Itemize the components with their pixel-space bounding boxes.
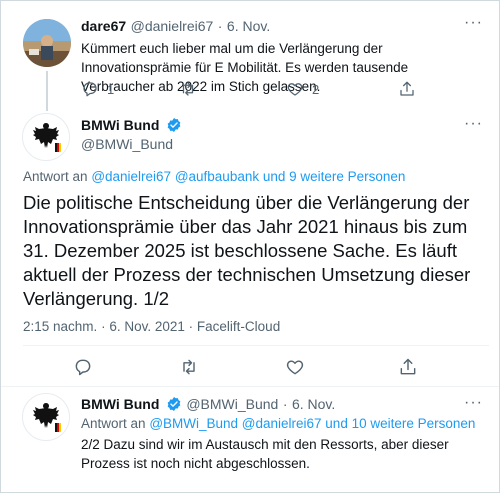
tweet3-reply-prefix: Antwort an — [81, 416, 146, 431]
verified-icon — [167, 118, 181, 132]
tweet3-reply-to: Antwort an @BMWi_Bund @danielrei67 und 1… — [81, 416, 475, 431]
avatar-dare67[interactable] — [23, 19, 71, 67]
tweet3-separator: · — [282, 396, 288, 412]
like-icon — [287, 83, 303, 96]
main-tweet-reply-to: Antwort an @danielrei67 @aufbaubank und … — [23, 169, 405, 184]
tweet3-header: BMWi Bund @BMWi_Bund · 6. Nov. — [81, 396, 335, 414]
tweet1-more-icon[interactable]: ··· — [464, 14, 483, 32]
main-tweet-share-button[interactable] — [398, 357, 418, 382]
tweet-thread: dare67 @danielrei67 · 6. Nov. ··· Kümmer… — [0, 0, 500, 493]
tweet3-reply-handles[interactable]: @BMWi_Bund @danielrei67 und 10 weitere P… — [149, 416, 475, 431]
main-tweet-source[interactable]: Facelift-Cloud — [197, 319, 280, 334]
share-icon — [400, 358, 416, 375]
main-tweet-meta: 2:15 nachm. · 6. Nov. 2021 · Facelift-Cl… — [23, 319, 280, 334]
tweet1-retweet-button[interactable] — [179, 80, 197, 98]
main-tweet-like-button[interactable] — [285, 357, 305, 382]
main-tweet-handle[interactable]: @BMWi_Bund — [81, 136, 173, 152]
main-tweet-date[interactable]: 6. Nov. 2021 — [109, 319, 185, 334]
tweet1-like-button[interactable]: 2 — [286, 80, 319, 98]
main-tweet-name[interactable]: BMWi Bund — [81, 117, 159, 133]
tweet1-date[interactable]: 6. Nov. — [227, 18, 270, 34]
retweet-icon — [182, 82, 194, 96]
verified-icon — [167, 397, 181, 411]
tweet3-more-icon[interactable]: ··· — [464, 394, 483, 412]
tweet1-name[interactable]: dare67 — [81, 18, 126, 34]
tweet3-handle[interactable]: @BMWi_Bund — [186, 396, 278, 412]
main-tweet-divider-top — [23, 345, 489, 346]
thread-connector — [46, 71, 48, 111]
main-tweet-reply-prefix: Antwort an — [23, 169, 88, 184]
tweet1-like-count: 2 — [312, 81, 320, 97]
tweet3-date[interactable]: 6. Nov. — [292, 396, 335, 412]
avatar-bmwi[interactable] — [22, 113, 70, 161]
retweet-icon — [183, 359, 195, 375]
main-tweet-author[interactable]: BMWi Bund — [81, 117, 182, 135]
main-tweet-time[interactable]: 2:15 nachm. — [23, 319, 97, 334]
tweet1-reply-count: 1 — [107, 81, 115, 97]
reply-icon — [83, 82, 97, 97]
tweet1-separator: · — [217, 18, 223, 34]
main-tweet-reply-button[interactable] — [73, 357, 93, 382]
reply-icon — [75, 359, 91, 376]
tweet1-reply-button[interactable]: 1 — [81, 80, 114, 98]
main-tweet-separator-1: · — [101, 319, 106, 334]
tweet3-text: 2/2 Dazu sind wir im Austausch mit den R… — [81, 437, 449, 471]
tweet1-text: Kümmert euch lieber mal um die Verlänger… — [81, 41, 409, 94]
eagle-icon — [33, 123, 61, 152]
main-tweet-retweet-button[interactable] — [179, 357, 199, 382]
eagle-icon — [33, 403, 61, 432]
main-tweet-divider-bottom — [1, 386, 499, 387]
main-tweet-reply-handles[interactable]: @danielrei67 @aufbaubank und 9 weitere P… — [91, 169, 405, 184]
tweet1-header: dare67 @danielrei67 · 6. Nov. — [81, 18, 270, 36]
main-tweet-text: Die politische Entscheidung über die Ver… — [23, 192, 471, 309]
avatar-bmwi-2[interactable] — [22, 393, 70, 441]
tweet1-share-button[interactable] — [398, 80, 416, 98]
share-icon — [400, 81, 414, 96]
tweet3-name[interactable]: BMWi Bund — [81, 396, 159, 412]
like-icon — [286, 360, 304, 375]
main-tweet-more-icon[interactable]: ··· — [464, 115, 483, 133]
tweet1-handle[interactable]: @danielrei67 — [131, 18, 214, 34]
main-tweet-separator-2: · — [188, 319, 194, 334]
